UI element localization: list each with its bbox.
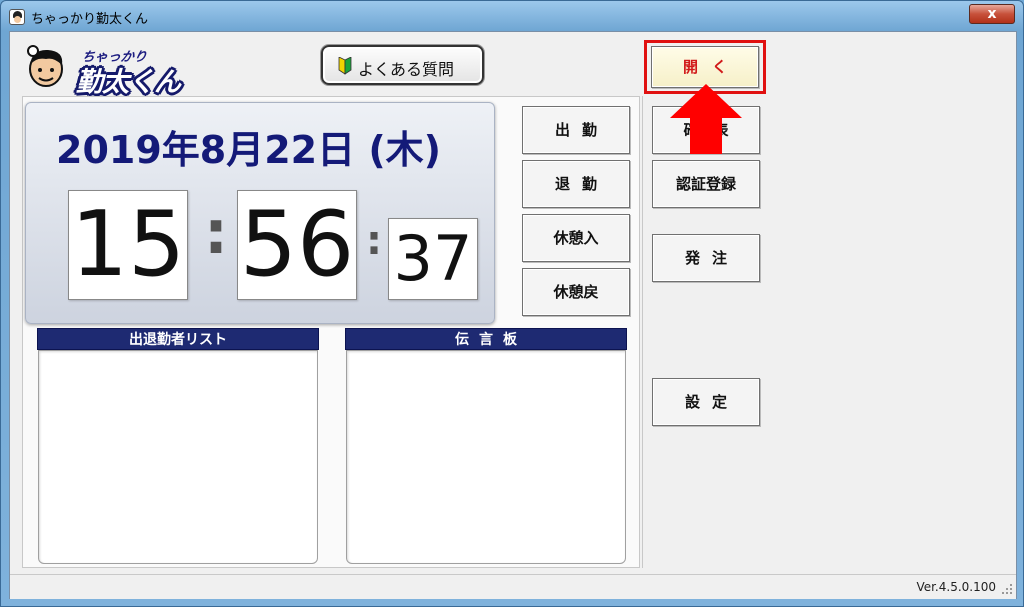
attendance-list[interactable] — [38, 350, 318, 564]
logo-text: 勤太くん — [76, 67, 181, 98]
faq-button[interactable]: よくある質問 — [321, 45, 484, 85]
app-window: ちゃっかり勤太くん x ちゃっかり 勤太くん よくある質問 2019年8月22日… — [0, 0, 1024, 607]
settings-button[interactable]: 設定 — [652, 378, 760, 426]
order-label: 発注 — [684, 249, 739, 267]
arrow-up-icon — [670, 84, 742, 154]
message-board[interactable] — [346, 350, 626, 564]
message-board-header: 伝言板 — [345, 328, 627, 350]
panel-divider — [642, 96, 643, 568]
version-label: Ver.4.5.0.100 — [916, 580, 996, 594]
status-bar: Ver.4.5.0.100 — [10, 574, 1016, 599]
clock-out-label: 退勤 — [554, 175, 609, 193]
clock-minute: 56 — [237, 190, 357, 300]
auth-register-label: 認証登録 — [675, 175, 736, 193]
settings-label: 設定 — [684, 393, 739, 411]
break-start-label: 休憩入 — [553, 229, 599, 247]
title-bar[interactable]: ちゃっかり勤太くん x — [1, 1, 1023, 31]
beginner-mark-icon — [338, 57, 352, 75]
window-title: ちゃっかり勤太くん — [31, 12, 149, 27]
current-date: 2019年8月22日 (木) — [56, 128, 442, 172]
auth-register-button[interactable]: 認証登録 — [652, 160, 760, 208]
clock-separator: : — [366, 218, 382, 264]
clock-in-button[interactable]: 出勤 — [522, 106, 630, 154]
clock-second: 37 — [388, 218, 478, 300]
break-end-button[interactable]: 休憩戻 — [522, 268, 630, 316]
close-button[interactable]: x — [969, 4, 1015, 24]
attendance-list-header: 出退勤者リスト — [37, 328, 319, 350]
app-logo: ちゃっかり 勤太くん — [24, 43, 192, 98]
resize-grip-icon[interactable] — [1001, 583, 1013, 595]
clock-separator: : — [204, 198, 228, 268]
break-start-button[interactable]: 休憩入 — [522, 214, 630, 262]
clock-out-button[interactable]: 退勤 — [522, 160, 630, 208]
clock-in-label: 出勤 — [554, 121, 609, 139]
mascot-icon — [27, 45, 63, 87]
clock-hour: 15 — [68, 190, 188, 300]
app-icon — [9, 9, 25, 25]
client-area: ちゃっかり 勤太くん よくある質問 2019年8月22日 (木) 15 : 56… — [9, 31, 1017, 599]
order-button[interactable]: 発注 — [652, 234, 760, 282]
break-end-label: 休憩戻 — [553, 283, 599, 301]
faq-button-label: よくある質問 — [358, 60, 455, 79]
